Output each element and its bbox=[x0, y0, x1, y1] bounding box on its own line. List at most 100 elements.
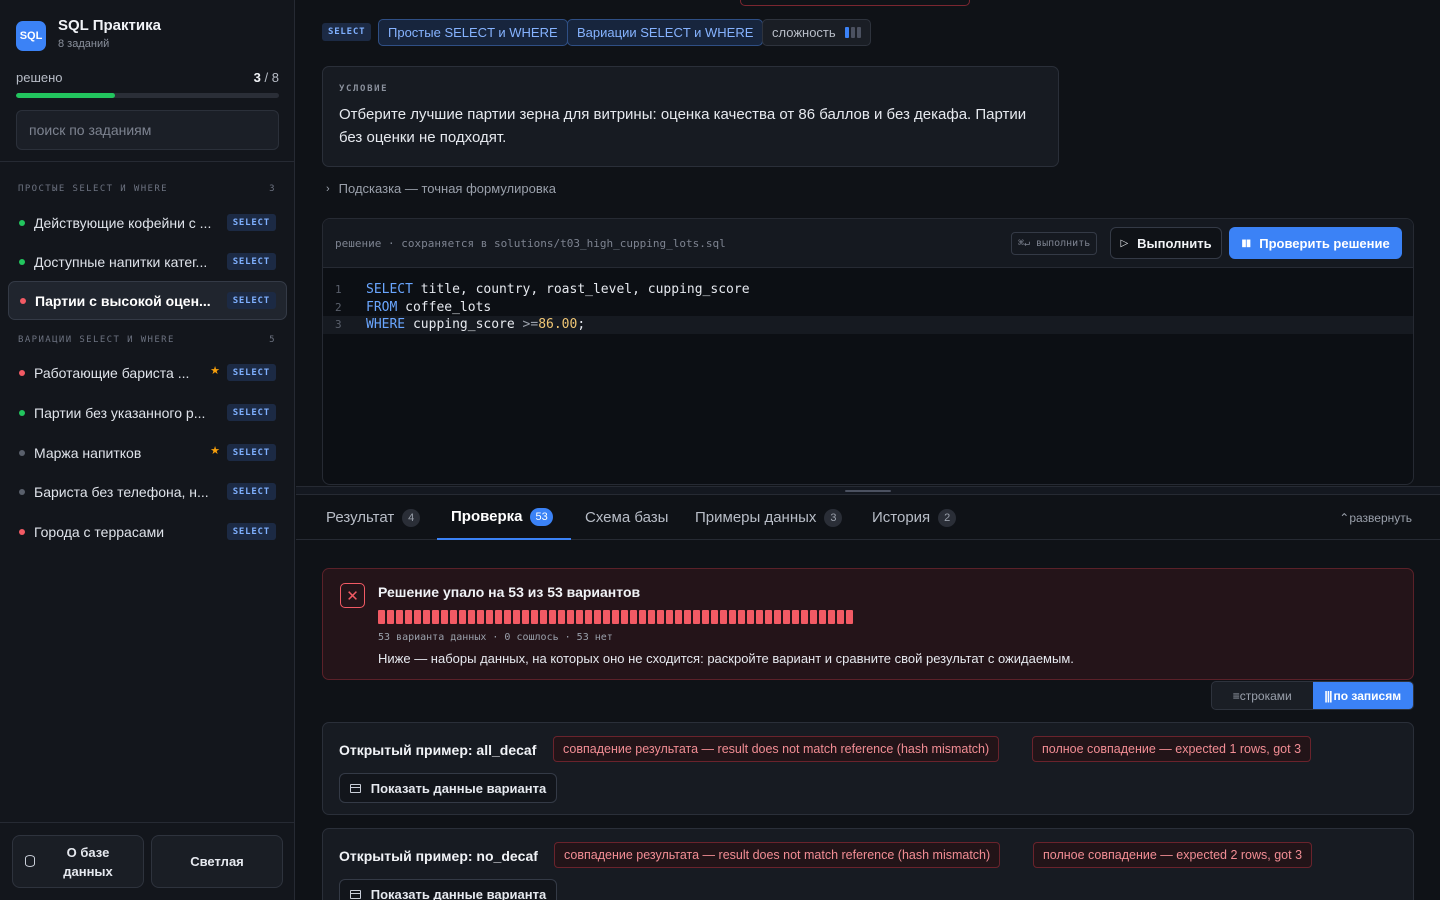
difficulty-bar bbox=[850, 27, 855, 38]
verdict-panel: ✕ Решение упало на 53 из 53 вариантов 53… bbox=[322, 568, 1414, 680]
variant-fail-mark bbox=[810, 610, 817, 624]
case-error-tag: полное совпадение — expected 2 rows, got… bbox=[1033, 842, 1313, 868]
status-dot bbox=[19, 219, 25, 226]
view-records-button[interactable]: ||| по записям bbox=[1312, 682, 1413, 709]
tab-check[interactable]: Проверка 53 bbox=[437, 495, 571, 540]
variant-fail-mark bbox=[828, 610, 835, 624]
chart-icon: ▮▮ bbox=[1241, 237, 1251, 249]
case-title: Открытый пример: no_decaf bbox=[339, 848, 538, 864]
task-item[interactable]: Партии без указанного р... SELECT bbox=[8, 393, 287, 432]
variant-fail-mark bbox=[837, 610, 844, 624]
app-title: SQL Практика bbox=[58, 17, 161, 34]
progress-bar bbox=[16, 93, 279, 98]
run-button[interactable]: ▷ Выполнить bbox=[1110, 227, 1222, 259]
task-item[interactable]: Действующие кофейни с ... SELECT bbox=[8, 203, 287, 242]
variant-results-bar bbox=[378, 610, 853, 624]
variant-fail-mark bbox=[774, 610, 781, 624]
sql-logo-icon: SQL bbox=[16, 21, 46, 51]
task-label: Работающие бариста ... bbox=[34, 364, 190, 381]
status-dot bbox=[19, 258, 25, 265]
verdict-title: Решение упало на 53 из 53 вариантов bbox=[378, 584, 641, 600]
task-label: Партии без указанного р... bbox=[34, 404, 206, 421]
variant-fail-mark bbox=[531, 610, 538, 624]
tab-history[interactable]: История 2 bbox=[858, 495, 970, 540]
group-header-simple: ПРОСТЫЕ SELECT И WHERE 3 bbox=[18, 184, 276, 194]
task-label: Маржа напитков bbox=[34, 444, 142, 461]
task-label: Партии с высокой оцен... bbox=[35, 292, 211, 309]
about-db-button[interactable]: О базе данных bbox=[12, 835, 144, 888]
test-case-card: Открытый пример: no_decaf совпадение рез… bbox=[322, 828, 1414, 900]
divider bbox=[0, 161, 295, 162]
variant-fail-mark bbox=[558, 610, 565, 624]
theme-toggle-button[interactable]: Светлая bbox=[151, 835, 283, 888]
variant-fail-mark bbox=[801, 610, 808, 624]
variant-fail-mark bbox=[405, 610, 412, 624]
search-input[interactable] bbox=[16, 110, 279, 150]
select-badge: SELECT bbox=[226, 364, 276, 381]
variant-fail-mark bbox=[495, 610, 502, 624]
result-tabs: Результат 4 Проверка 53 Схема базы Примеры… bbox=[296, 495, 1440, 540]
sidebar: SQL SQL Практика 8 заданий решено 3 / 8 … bbox=[0, 0, 295, 900]
hint-toggle[interactable]: › Подсказка — точная формулировка bbox=[326, 181, 556, 196]
select-badge: SELECT bbox=[226, 253, 276, 270]
variant-fail-mark bbox=[702, 610, 709, 624]
task-item[interactable]: Маржа напитков ★ SELECT bbox=[8, 433, 287, 472]
check-solution-button[interactable]: ▮▮ Проверить решение bbox=[1229, 227, 1402, 259]
topic-tag[interactable]: Вариации SELECT и WHERE bbox=[567, 19, 764, 46]
task-item-active[interactable]: Партии с высокой оцен... SELECT bbox=[8, 281, 287, 320]
tab-result[interactable]: Результат 4 bbox=[312, 495, 434, 540]
variant-fail-mark bbox=[720, 610, 727, 624]
variant-fail-mark bbox=[450, 610, 457, 624]
code-editor[interactable]: решение · сохраняется в solutions/t03_hi… bbox=[322, 218, 1414, 485]
difficulty-bar bbox=[844, 27, 849, 38]
show-variant-data-button[interactable]: Показать данные варианта bbox=[339, 773, 557, 803]
variant-fail-mark bbox=[441, 610, 448, 624]
tab-data-samples[interactable]: Примеры данных 3 bbox=[681, 495, 856, 540]
progress-fill bbox=[16, 93, 115, 98]
variant-fail-mark bbox=[630, 610, 637, 624]
play-icon: ▷ bbox=[1120, 237, 1129, 249]
status-dot bbox=[20, 297, 26, 304]
case-error-tag: совпадение результата — result does not … bbox=[553, 736, 1000, 762]
case-error-tag: полное совпадение — expected 1 rows, got… bbox=[1032, 736, 1312, 762]
expand-button[interactable]: ⌃развернуть bbox=[1339, 511, 1412, 525]
variant-fail-mark bbox=[738, 610, 745, 624]
code-area[interactable]: 1 SELECT title, country, roast_level, cup… bbox=[323, 281, 1413, 334]
variant-fail-mark bbox=[639, 610, 646, 624]
variant-fail-mark bbox=[783, 610, 790, 624]
progress-count: 3 / 8 bbox=[253, 70, 279, 85]
status-dot bbox=[19, 528, 25, 535]
variant-fail-mark bbox=[378, 610, 385, 624]
grip-icon bbox=[845, 490, 891, 492]
tab-schema[interactable]: Схема базы bbox=[571, 495, 682, 540]
progress-label: решено bbox=[16, 70, 63, 85]
task-item[interactable]: Города с террасами SELECT bbox=[8, 512, 287, 551]
variant-fail-mark bbox=[477, 610, 484, 624]
status-dot bbox=[19, 369, 25, 376]
star-icon: ★ bbox=[210, 365, 220, 377]
variant-fail-mark bbox=[675, 610, 682, 624]
difficulty-badge: сложность bbox=[762, 19, 871, 46]
variant-fail-mark bbox=[693, 610, 700, 624]
task-item[interactable]: Работающие бариста ... ★ SELECT bbox=[8, 353, 287, 392]
table-icon bbox=[349, 889, 361, 899]
task-label: Доступные напитки катег... bbox=[34, 253, 208, 270]
topic-tag[interactable]: Простые SELECT и WHERE bbox=[378, 19, 568, 46]
chevron-up-icon: ⌃ bbox=[1339, 511, 1350, 525]
variant-fail-mark bbox=[549, 610, 556, 624]
variant-fail-mark bbox=[468, 610, 475, 624]
list-icon: ≡ bbox=[1232, 688, 1240, 703]
verdict-stats: 53 варианта данных · 0 сошлось · 53 нет bbox=[378, 632, 613, 643]
variant-fail-mark bbox=[396, 610, 403, 624]
table-icon bbox=[349, 783, 361, 793]
task-item[interactable]: Доступные напитки катег... SELECT bbox=[8, 242, 287, 281]
progress-summary: решено 3 / 8 bbox=[16, 70, 279, 85]
show-variant-data-button[interactable]: Показать данные варианта bbox=[339, 879, 557, 900]
view-rows-button[interactable]: ≡ строками bbox=[1212, 682, 1313, 709]
variant-fail-mark bbox=[657, 610, 664, 624]
variant-fail-mark bbox=[603, 610, 610, 624]
panel-resize-handle[interactable] bbox=[296, 486, 1440, 495]
task-item[interactable]: Бариста без телефона, н... SELECT bbox=[8, 472, 287, 511]
variant-fail-mark bbox=[729, 610, 736, 624]
variant-fail-mark bbox=[756, 610, 763, 624]
